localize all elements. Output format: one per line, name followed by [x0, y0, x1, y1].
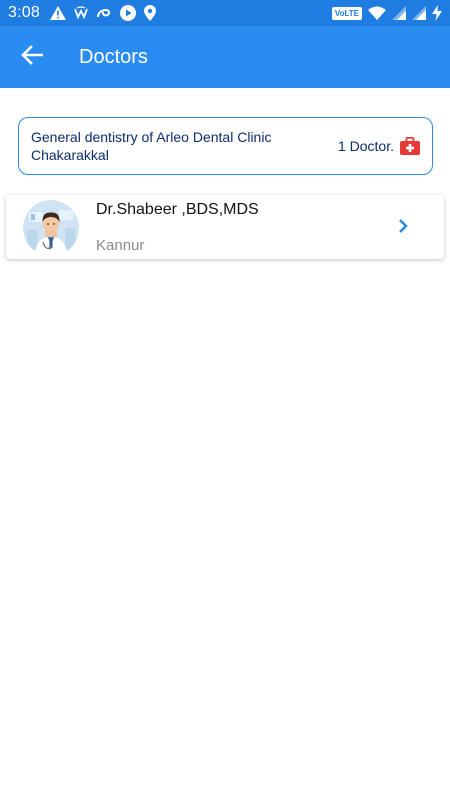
volte-badge: VoLTE	[331, 6, 362, 20]
app-bar: Doctors	[0, 26, 450, 88]
signal-icon-2	[412, 6, 426, 20]
status-time: 3:08	[8, 4, 40, 21]
airtel-icon	[96, 6, 112, 20]
location-icon	[143, 5, 156, 21]
signal-icon-1	[392, 6, 406, 20]
wifi-icon	[368, 6, 386, 20]
first-aid-kit-icon	[400, 137, 420, 155]
arrow-back-icon	[21, 44, 44, 70]
battery-charging-icon	[432, 5, 442, 21]
notification-icons	[49, 5, 156, 21]
doctor-name: Dr.Shabeer ,BDS,MDS	[96, 201, 259, 218]
system-icons: VoLTE	[331, 5, 442, 21]
chevron-right-icon[interactable]	[398, 218, 408, 239]
doctor-count: 1 Doctor.	[337, 138, 394, 154]
screen: 3:08 VoLTE Doctors General dentistry of …	[0, 0, 450, 800]
department-name: General dentistry of Arleo Dental Clinic…	[31, 129, 272, 163]
back-button[interactable]	[18, 43, 46, 71]
app-logo-icon	[74, 6, 88, 20]
warning-icon	[49, 6, 66, 20]
doctor-location: Kannur	[96, 237, 145, 254]
status-bar: 3:08 VoLTE	[0, 0, 450, 26]
department-card: General dentistry of Arleo Dental Clinic…	[18, 117, 433, 175]
play-icon	[119, 5, 136, 21]
doctor-list-item[interactable]: Dr.Shabeer ,BDS,MDS Kannur	[6, 195, 444, 259]
doctor-avatar	[23, 200, 79, 256]
page-title: Doctors	[79, 45, 148, 68]
